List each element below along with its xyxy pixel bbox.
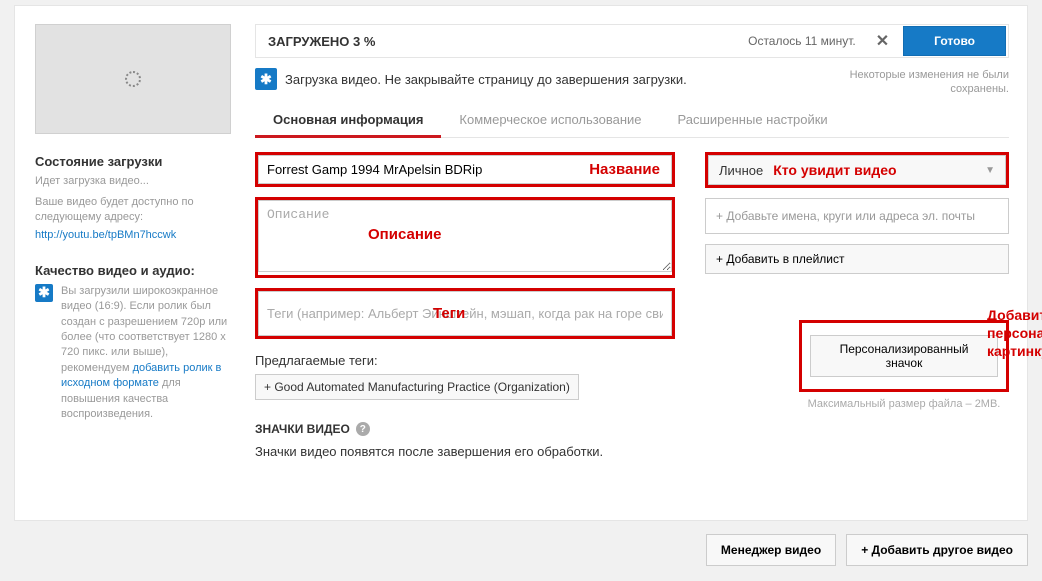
title-input[interactable] <box>258 155 672 184</box>
custom-thumbnail-area: Добавить персональную картинку Персонали… <box>799 320 1009 410</box>
max-file-size: Максимальный размер файла – 2MB. <box>799 398 1009 410</box>
done-button[interactable]: Готово <box>903 26 1006 56</box>
tags-input[interactable] <box>258 291 672 336</box>
privacy-annotation-box: Личное Кто увидит видео ▼ <box>705 152 1009 188</box>
share-input[interactable]: + Добавьте имена, круги или адреса эл. п… <box>705 198 1009 234</box>
video-url-link[interactable]: http://youtu.be/tpBMn7hccwk <box>35 229 176 241</box>
upload-panel: Состояние загрузки Идет загрузка видео..… <box>14 5 1028 521</box>
close-icon[interactable]: ✕ <box>870 29 895 53</box>
right-content: ЗАГРУЖЕНО 3 % Осталось 11 минут. ✕ Готов… <box>255 24 1009 459</box>
chevron-down-icon: ▼ <box>985 165 995 176</box>
description-annotation-box: Описание <box>255 197 675 278</box>
title-annotation-box: Название <box>255 152 675 187</box>
custom-thumb-annotation-label: Добавить персональную картинку <box>987 306 1042 361</box>
loading-spinner-icon <box>125 71 141 87</box>
privacy-value: Личное <box>719 163 763 178</box>
tab-basic[interactable]: Основная информация <box>255 104 441 138</box>
custom-thumb-annotation-box: Персонализированный значок <box>799 320 1009 392</box>
upload-progress-bar: ЗАГРУЖЕНО 3 % Осталось 11 минут. ✕ Готов… <box>255 24 1009 58</box>
help-icon[interactable]: ? <box>356 422 370 436</box>
left-sidebar: Состояние загрузки Идет загрузка видео..… <box>35 24 231 459</box>
uploading-message: Загрузка видео. Не закрывайте страницу д… <box>285 72 687 87</box>
video-manager-button[interactable]: Менеджер видео <box>706 534 836 566</box>
video-thumbnail-placeholder <box>35 24 231 134</box>
video-url-intro: Ваше видео будет доступно по следующему … <box>35 195 231 226</box>
tabs: Основная информация Коммерческое использ… <box>255 104 1009 138</box>
thumbnails-heading: ЗНАЧКИ ВИДЕО <box>255 422 350 436</box>
asterisk-icon: ✱ <box>35 284 53 302</box>
description-textarea[interactable] <box>258 200 672 272</box>
upload-status-heading: Состояние загрузки <box>35 154 231 169</box>
upload-status-text: Идет загрузка видео... <box>35 175 231 187</box>
tags-annotation-box: Теги <box>255 288 675 339</box>
add-another-video-button[interactable]: + Добавить другое видео <box>846 534 1028 566</box>
tab-commercial[interactable]: Коммерческое использование <box>441 104 659 137</box>
privacy-select[interactable]: Личное Кто увидит видео ▼ <box>708 155 1006 185</box>
suggested-tags-label: Предлагаемые теги: <box>255 353 675 368</box>
add-playlist-button[interactable]: + Добавить в плейлист <box>705 244 1009 274</box>
quality-text: Вы загрузили широкоэкранное видео (16:9)… <box>61 284 231 423</box>
tab-advanced[interactable]: Расширенные настройки <box>660 104 846 137</box>
suggested-tag-button[interactable]: + Good Automated Manufacturing Practice … <box>255 374 579 400</box>
quality-heading: Качество видео и аудио: <box>35 263 231 278</box>
time-remaining: Осталось 11 минут. <box>748 34 856 48</box>
upload-percent: ЗАГРУЖЕНО 3 % <box>268 34 748 49</box>
privacy-annotation-label: Кто увидит видео <box>773 162 896 178</box>
thumbnails-subtext: Значки видео появятся после завершения е… <box>255 444 675 459</box>
asterisk-icon: ✱ <box>255 68 277 90</box>
custom-thumbnail-button[interactable]: Персонализированный значок <box>810 335 998 377</box>
save-status: Некоторые изменения не были сохранены. <box>850 68 1009 97</box>
